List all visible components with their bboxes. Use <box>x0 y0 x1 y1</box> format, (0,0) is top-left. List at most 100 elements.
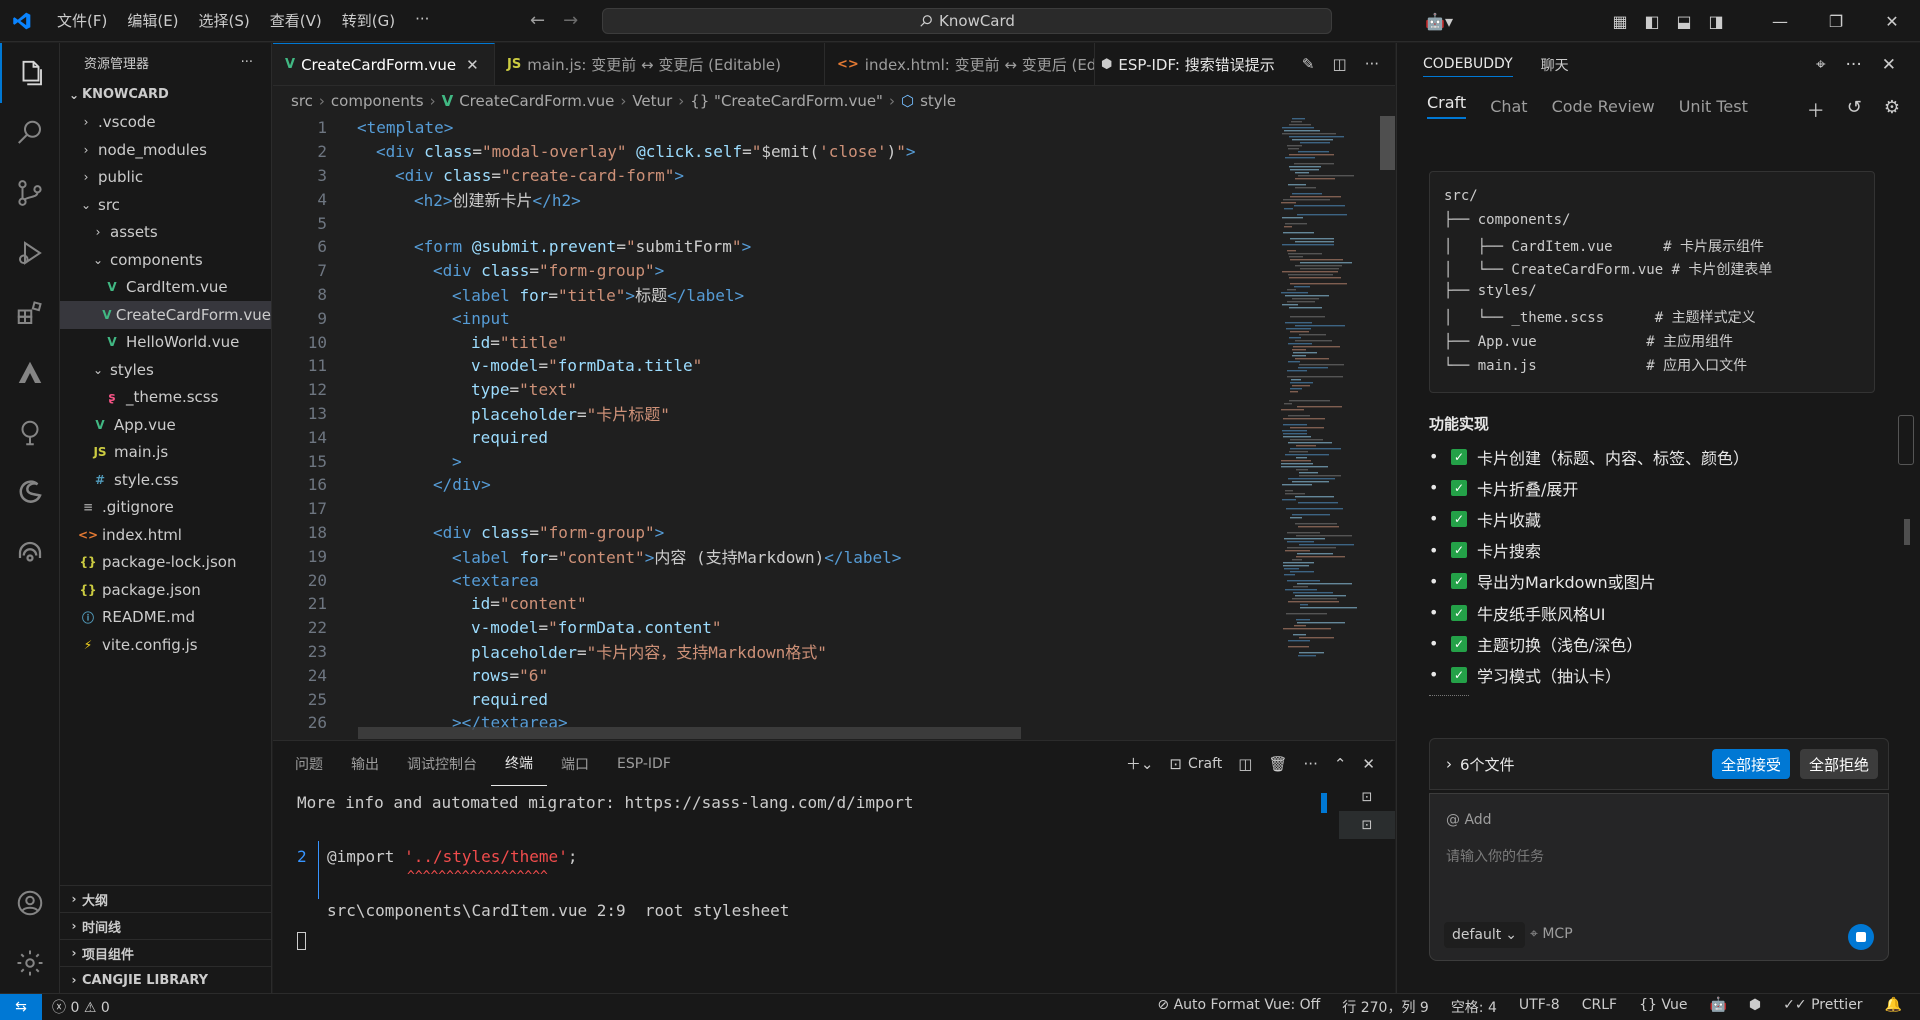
run-debug-icon[interactable] <box>0 223 60 283</box>
command-center-search[interactable]: KnowCard <box>602 8 1332 34</box>
reject-all-button[interactable]: 全部拒绝 <box>1799 749 1878 779</box>
encoding[interactable]: UTF-8 <box>1519 997 1560 1017</box>
breadcrumb-src[interactable]: src <box>291 92 313 110</box>
breadcrumb-vetur[interactable]: Vetur <box>632 92 672 110</box>
changed-files-count[interactable]: 6个文件 <box>1460 754 1515 775</box>
edit-pencil-icon[interactable]: ✎ <box>1302 55 1315 73</box>
editor-horizontal-scrollbar[interactable] <box>358 727 1021 739</box>
chat-scrollbar-thumb[interactable] <box>1904 519 1910 545</box>
indentation[interactable]: 空格: 4 <box>1451 997 1497 1017</box>
maximize-panel-icon[interactable]: ⌃ <box>1334 755 1347 773</box>
restore-icon[interactable]: ❐ <box>1808 12 1864 31</box>
tree-item[interactable]: V CardItem.vue <box>60 274 271 302</box>
panel-tab-problems[interactable]: 问题 <box>281 741 337 786</box>
split-terminal-icon[interactable]: ◫ <box>1238 755 1252 773</box>
tree-item[interactable]: › public <box>60 164 271 192</box>
tree-item[interactable]: ⚡ vite.config.js <box>60 631 271 659</box>
tree-item[interactable]: › assets <box>60 219 271 247</box>
trash-icon[interactable]: 🗑 <box>1268 755 1287 773</box>
more-actions-icon[interactable]: ··· <box>241 55 253 70</box>
edge-icon[interactable] <box>0 463 60 523</box>
tree-item[interactable]: › .vscode <box>60 109 271 137</box>
tree-item[interactable]: <> index.html <box>60 521 271 549</box>
tab-createcardform[interactable]: V CreateCardForm.vue ✕ <box>273 43 495 85</box>
tree-item[interactable]: ≡ .gitignore <box>60 494 271 522</box>
cangjie-icon[interactable] <box>0 343 60 403</box>
tree-item[interactable]: V App.vue <box>60 411 271 439</box>
editor-vertical-scrollbar[interactable] <box>1380 116 1395 734</box>
section-cangjie-library[interactable]: › CANGJIE LIBRARY <box>60 966 272 993</box>
remote-icon[interactable]: ⇆ <box>0 993 42 1020</box>
tab-main-js-diff[interactable]: JS main.js: 变更前 ↔ 变更后 (Editable) <box>495 43 825 85</box>
mode-tab-chat[interactable]: Chat <box>1490 97 1527 116</box>
minimap[interactable] <box>1273 116 1383 734</box>
terminal-instance-1[interactable]: ⊡ <box>1339 783 1395 811</box>
tree-item[interactable]: › node_modules <box>60 136 271 164</box>
tree-item[interactable]: V HelloWorld.vue <box>60 329 271 357</box>
mcp-button[interactable]: ⌖ MCP <box>1530 926 1573 942</box>
close-icon[interactable]: ✕ <box>1882 55 1896 75</box>
menu-view[interactable]: 查看(V) <box>261 6 331 35</box>
breadcrumb-file[interactable]: CreateCardForm.vue <box>459 92 614 110</box>
more-actions-icon[interactable]: ··· <box>1304 755 1318 773</box>
problems-status[interactable]: ⓧ 0 ⚠ 0 <box>52 997 110 1017</box>
settings-gear-icon[interactable]: ⚙ <box>1884 97 1900 123</box>
prettier-status[interactable]: ✓✓ Prettier <box>1783 997 1862 1017</box>
close-icon[interactable]: ✕ <box>466 56 479 74</box>
scrollbar-thumb[interactable] <box>1380 116 1395 170</box>
section-timeline[interactable]: › 时间线 <box>60 912 272 939</box>
tree-item[interactable]: JS main.js <box>60 439 271 467</box>
add-context-button[interactable]: @ Add <box>1446 812 1492 828</box>
menu-goto[interactable]: 转到(G) <box>333 6 404 35</box>
terminal-instance-2[interactable]: ⊡ <box>1339 811 1395 839</box>
panel-tab-output[interactable]: 输出 <box>337 741 393 786</box>
panel-tab-ports[interactable]: 端口 <box>547 741 603 786</box>
accept-all-button[interactable]: 全部接受 <box>1711 749 1790 779</box>
more-actions-icon[interactable]: ··· <box>1365 55 1379 73</box>
tree-extension-icon[interactable] <box>0 403 60 463</box>
minimize-icon[interactable]: — <box>1752 12 1808 31</box>
extensions-icon[interactable] <box>0 283 60 343</box>
copilot-icon[interactable]: 🤖▾ <box>1414 12 1464 31</box>
layout-customize-icon[interactable]: ▦ <box>1604 12 1636 31</box>
task-input-placeholder[interactable]: 请输入你的任务 <box>1446 846 1544 866</box>
breadcrumb-components[interactable]: components <box>331 92 424 110</box>
split-editor-icon[interactable]: ◫ <box>1333 55 1347 73</box>
tree-item[interactable]: ⓘ README.md <box>60 604 271 632</box>
tree-item[interactable]: ⌄ styles <box>60 356 271 384</box>
breadcrumb-style[interactable]: style <box>920 92 956 110</box>
codebuddy-icon[interactable] <box>0 523 60 583</box>
tab-esp-idf[interactable]: ⬢ ESP-IDF: 搜索错误提示 <box>1095 43 1287 85</box>
history-icon[interactable]: ↺ <box>1847 97 1862 123</box>
line-endings[interactable]: CRLF <box>1582 997 1617 1017</box>
workspace-root[interactable]: ⌄ KNOWCARD <box>60 81 271 109</box>
new-chat-plus-icon[interactable]: ＋ <box>1807 97 1825 123</box>
task-input-box[interactable]: @ Add 请输入你的任务 default ⌄ ⌖ MCP <box>1429 793 1889 961</box>
manage-gear-icon[interactable] <box>0 933 60 993</box>
close-panel-icon[interactable]: ✕ <box>1362 755 1375 773</box>
menu-edit[interactable]: 编辑(E) <box>118 6 187 35</box>
notifications-bell-icon[interactable]: 🔔 <box>1885 997 1902 1017</box>
panel-tab-debug-console[interactable]: 调试控制台 <box>393 741 491 786</box>
model-select[interactable]: default ⌄ <box>1444 922 1525 948</box>
breadcrumb-symbol[interactable]: {} "CreateCardForm.vue" <box>690 92 883 110</box>
autoformat-status[interactable]: ⊘ Auto Format Vue: Off <box>1157 997 1320 1017</box>
esp-status-icon[interactable]: ⬢ <box>1749 997 1761 1017</box>
forward-arrow-icon[interactable]: → <box>563 10 578 31</box>
move-icon[interactable]: ⌖ <box>1816 55 1826 75</box>
terminal-output[interactable]: More info and automated migrator: https:… <box>297 793 1317 993</box>
copilot-status-icon[interactable]: 🤖 <box>1709 997 1726 1017</box>
terminal-name[interactable]: Craft <box>1188 756 1222 772</box>
send-stop-button[interactable] <box>1848 924 1874 950</box>
more-actions-icon[interactable]: ··· <box>1846 55 1862 75</box>
mode-tab-craft[interactable]: Craft <box>1427 93 1467 119</box>
search-view-icon[interactable] <box>0 103 60 163</box>
new-terminal-icon[interactable]: ＋⌄ <box>1126 753 1154 774</box>
section-outline[interactable]: › 大纲 <box>60 885 272 912</box>
toggle-panel-icon[interactable]: ⬓ <box>1668 12 1700 31</box>
toggle-sidebar-icon[interactable]: ◧ <box>1636 12 1668 31</box>
close-window-icon[interactable]: ✕ <box>1864 12 1920 31</box>
toggle-secondary-sidebar-icon[interactable]: ◨ <box>1700 12 1732 31</box>
panel-tab-esp-idf[interactable]: ESP-IDF <box>603 741 685 786</box>
tab-chat-zh[interactable]: 聊天 <box>1541 51 1569 79</box>
